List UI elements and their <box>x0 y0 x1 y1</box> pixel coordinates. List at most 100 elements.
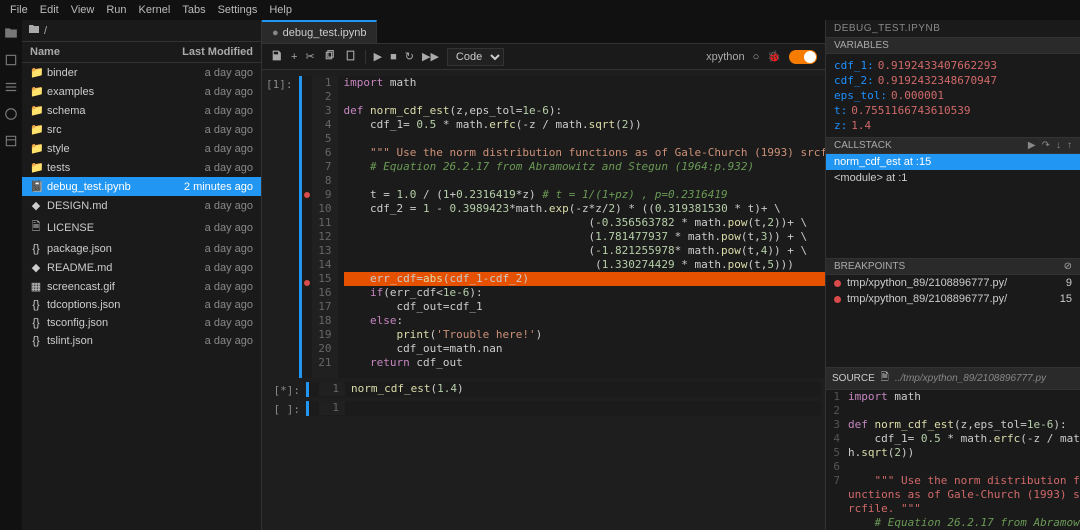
callstack-header[interactable]: CALLSTACK ▶ ↷ ↓ ↑ <box>826 137 1080 154</box>
running-icon[interactable] <box>4 53 18 70</box>
variable-row[interactable]: z:1.4 <box>834 118 1072 133</box>
menu-tabs[interactable]: Tabs <box>176 2 211 18</box>
source-view: 1234567 import math def norm_cdf_est(z,e… <box>826 390 1080 530</box>
breakpoint-dot-icon <box>834 296 841 303</box>
cell-prompt: [ ]: <box>266 401 306 416</box>
cell[interactable]: [ ]:1 <box>266 401 821 416</box>
variable-row[interactable]: cdf_1:0.9192433407662293 <box>834 58 1072 73</box>
file-row[interactable]: ▦screencast.gifa day ago <box>22 277 261 296</box>
restart-icon[interactable]: ↻ <box>405 50 414 63</box>
file-row[interactable]: 📁examplesa day ago <box>22 82 261 101</box>
file-row[interactable]: 📁bindera day ago <box>22 63 261 82</box>
menu-bar: FileEditViewRunKernelTabsSettingsHelp <box>0 0 1080 20</box>
file-row[interactable]: {}tsconfig.jsona day ago <box>22 314 261 332</box>
menu-help[interactable]: Help <box>263 2 298 18</box>
activity-rail <box>0 20 22 530</box>
tab-debug-test[interactable]: ● debug_test.ipynb <box>262 20 377 43</box>
continue-icon[interactable]: ▶ <box>1028 140 1036 151</box>
tabs-icon[interactable] <box>4 134 18 151</box>
breakpoint-row[interactable]: tmp/xpython_89/2108896777.py/15 <box>826 291 1080 307</box>
file-list-header: Name Last Modified <box>22 42 261 63</box>
folder-icon[interactable] <box>4 26 18 43</box>
stack-frame[interactable]: norm_cdf_est at :15 <box>826 154 1080 170</box>
folder-icon: 📁 <box>30 85 42 98</box>
menu-kernel[interactable]: Kernel <box>133 2 177 18</box>
run-icon[interactable]: ▶ <box>374 50 382 63</box>
restart-run-icon[interactable]: ▶▶ <box>422 50 439 63</box>
copy-icon[interactable] <box>323 49 336 65</box>
debugger-toggle[interactable] <box>789 50 817 64</box>
json-icon: {} <box>30 299 42 311</box>
breakpoints-list: tmp/xpython_89/2108896777.py/9tmp/xpytho… <box>826 275 1080 307</box>
menu-edit[interactable]: Edit <box>34 2 65 18</box>
menu-view[interactable]: View <box>65 2 101 18</box>
cell-prompt: [1]: <box>266 76 299 378</box>
cell-type-select[interactable]: Code <box>447 48 504 66</box>
paste-icon[interactable] <box>344 49 357 65</box>
breakpoint-row[interactable]: tmp/xpython_89/2108896777.py/9 <box>826 275 1080 291</box>
json-icon: {} <box>30 243 42 255</box>
file-row[interactable]: 🗎LICENSEa day ago <box>22 215 261 240</box>
file-row[interactable]: {}tslint.jsona day ago <box>22 332 261 350</box>
file-row[interactable]: ◆README.mda day ago <box>22 258 261 277</box>
cut-icon[interactable]: ✂ <box>305 50 314 63</box>
variable-row[interactable]: t:0.7551166743610539 <box>834 103 1072 118</box>
file-icon: 🗎 <box>881 370 889 387</box>
file-row[interactable]: {}tdcoptions.jsona day ago <box>22 296 261 314</box>
menu-run[interactable]: Run <box>100 2 132 18</box>
cell[interactable]: [1]:123456789101112131415161718192021imp… <box>266 76 821 378</box>
variables-header[interactable]: VARIABLES <box>826 37 1080 54</box>
callstack-list: norm_cdf_est at :15<module> at :1 <box>826 154 1080 186</box>
bug-icon[interactable]: 🐞 <box>767 50 781 63</box>
folder-icon: 📁 <box>30 104 42 117</box>
notebook: [1]:123456789101112131415161718192021imp… <box>262 70 825 530</box>
breadcrumb[interactable]: / <box>22 20 261 42</box>
step-out-icon[interactable]: ↑ <box>1067 140 1072 151</box>
step-over-icon[interactable]: ↷ <box>1042 140 1050 151</box>
file-row[interactable]: 📓debug_test.ipynb2 minutes ago <box>22 177 261 196</box>
breakpoints-header[interactable]: BREAKPOINTS ⊘ <box>826 258 1080 275</box>
save-icon[interactable] <box>270 49 283 65</box>
file-row[interactable]: 📁testsa day ago <box>22 158 261 177</box>
nb-icon: 📓 <box>30 180 42 193</box>
variable-row[interactable]: eps_tol:0.000001 <box>834 88 1072 103</box>
folder-icon: 📁 <box>30 161 42 174</box>
txt-icon: 🗎 <box>30 218 42 237</box>
folder-icon: 📁 <box>30 142 42 155</box>
modules-icon[interactable] <box>4 107 18 124</box>
menu-settings[interactable]: Settings <box>212 2 264 18</box>
cell[interactable]: [*]:1norm_cdf_est(1.4) <box>266 382 821 397</box>
variable-row[interactable]: cdf_2:0.9192432348670947 <box>834 73 1072 88</box>
step-in-icon[interactable]: ↓ <box>1056 140 1061 151</box>
folder-icon: 📁 <box>30 123 42 136</box>
clear-breakpoints-icon[interactable]: ⊘ <box>1064 261 1072 272</box>
kernel-name[interactable]: xpython <box>706 51 745 63</box>
menu-file[interactable]: File <box>4 2 34 18</box>
stack-frame[interactable]: <module> at :1 <box>826 170 1080 186</box>
file-row[interactable]: ◆DESIGN.mda day ago <box>22 196 261 215</box>
debugger-panel: DEBUG_TEST.IPYNB VARIABLES cdf_1:0.91924… <box>825 20 1080 530</box>
stop-icon[interactable]: ■ <box>390 51 397 63</box>
cell-prompt: [*]: <box>266 382 306 397</box>
dirty-indicator-icon: ● <box>272 27 279 39</box>
source-header: SOURCE 🗎 ../tmp/xpython_89/2108896777.py <box>826 367 1080 390</box>
notebook-toolbar: + ✂ ▶ ■ ↻ ▶▶ Code xpython ○ 🐞 <box>262 44 825 70</box>
file-row[interactable]: 📁stylea day ago <box>22 139 261 158</box>
commands-icon[interactable] <box>4 80 18 97</box>
tab-bar: ● debug_test.ipynb <box>262 20 825 44</box>
breakpoint-dot-icon <box>834 280 841 287</box>
folder-icon <box>28 23 40 38</box>
md-icon: ◆ <box>30 199 42 212</box>
file-row[interactable]: 📁srca day ago <box>22 120 261 139</box>
img-icon: ▦ <box>30 280 42 293</box>
file-browser: / Name Last Modified 📁bindera day ago📁ex… <box>22 20 262 530</box>
variables-list: cdf_1:0.9192433407662293cdf_2:0.91924323… <box>826 54 1080 137</box>
kernel-status-icon: ○ <box>753 51 760 63</box>
add-cell-icon[interactable]: + <box>291 51 297 63</box>
file-row[interactable]: {}package.jsona day ago <box>22 240 261 258</box>
file-row[interactable]: 📁schemaa day ago <box>22 101 261 120</box>
json-icon: {} <box>30 317 42 329</box>
notebook-area: ● debug_test.ipynb + ✂ ▶ ■ ↻ ▶▶ Code xpy… <box>262 20 825 530</box>
folder-icon: 📁 <box>30 66 42 79</box>
md-icon: ◆ <box>30 261 42 274</box>
